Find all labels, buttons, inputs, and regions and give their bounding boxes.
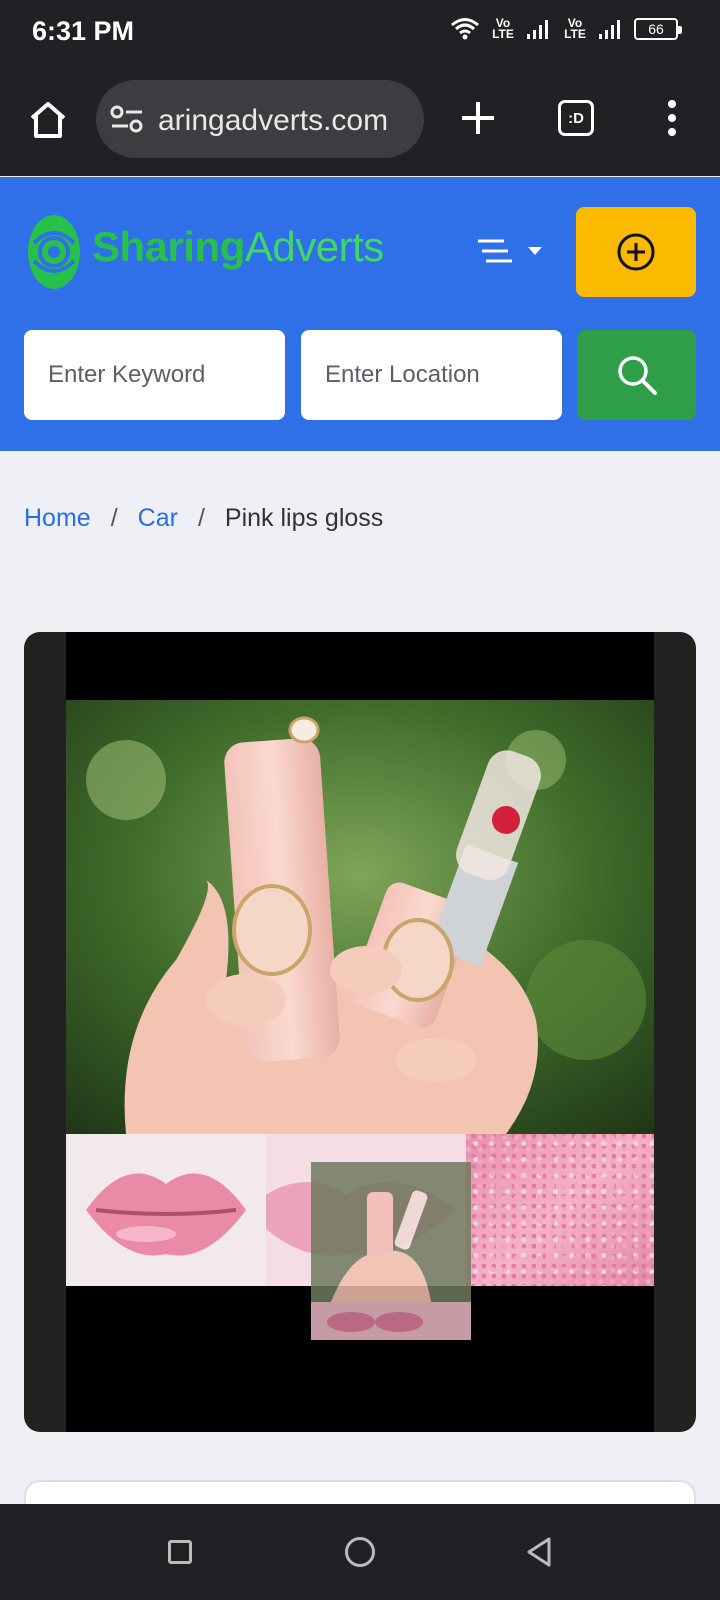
signal-icon (527, 20, 548, 39)
browser-toolbar: aringadverts.com :D (0, 66, 720, 176)
keyword-input[interactable] (24, 330, 285, 420)
system-navigation-bar (0, 1504, 720, 1600)
product-photo (66, 700, 654, 1134)
breadcrumb-category[interactable]: Car (138, 504, 178, 533)
logo-text-sharing: Sharing (92, 223, 245, 270)
status-bar: 6:31 PM Vo LTE Vo LTE 66 (0, 0, 720, 66)
plus-circle-icon (617, 233, 655, 271)
site-settings-icon[interactable] (110, 104, 144, 134)
new-tab-icon[interactable] (456, 96, 500, 140)
glitter-swatch-photo (466, 1134, 654, 1286)
post-ad-button[interactable] (576, 207, 696, 297)
breadcrumb-separator: / (110, 504, 118, 532)
breadcrumb: Home / Car / Pink lips gloss (24, 504, 383, 533)
breadcrumb-current: Pink lips gloss (224, 504, 384, 532)
search-icon (617, 356, 657, 395)
signal-icon-2 (599, 20, 620, 39)
product-image-viewer[interactable] (66, 632, 654, 1432)
breadcrumb-home[interactable]: Home (24, 504, 91, 533)
address-bar[interactable]: aringadverts.com (96, 80, 424, 158)
site-logo[interactable]: SharingAdverts (92, 223, 384, 271)
wifi-icon (451, 18, 479, 40)
logo-icon[interactable] (26, 213, 82, 291)
logo-text-adverts: Adverts (244, 223, 384, 270)
status-time: 6:31 PM (32, 16, 135, 46)
status-icons: Vo LTE Vo LTE 66 (450, 16, 682, 41)
home-icon[interactable] (24, 96, 72, 144)
home-nav-icon[interactable] (345, 1537, 375, 1567)
tab-switcher-button[interactable]: :D (558, 100, 594, 136)
image-thumbnail[interactable] (311, 1162, 471, 1340)
volte-label-1: Vo LTE (492, 16, 514, 41)
product-image-card (24, 632, 696, 1432)
url-text: aringadverts.com (158, 104, 389, 137)
site-header: SharingAdverts (0, 177, 720, 451)
lips-photo (66, 1134, 266, 1286)
volte-label-2: Vo LTE (564, 16, 586, 41)
more-options-icon[interactable] (660, 96, 684, 140)
location-input[interactable] (301, 330, 562, 420)
breadcrumb-separator: / (197, 504, 205, 532)
search-button[interactable] (577, 330, 696, 420)
back-icon[interactable] (525, 1536, 553, 1568)
menu-toggle-icon[interactable] (476, 233, 546, 269)
recents-icon[interactable] (168, 1540, 192, 1564)
battery-icon: 66 (634, 18, 682, 40)
